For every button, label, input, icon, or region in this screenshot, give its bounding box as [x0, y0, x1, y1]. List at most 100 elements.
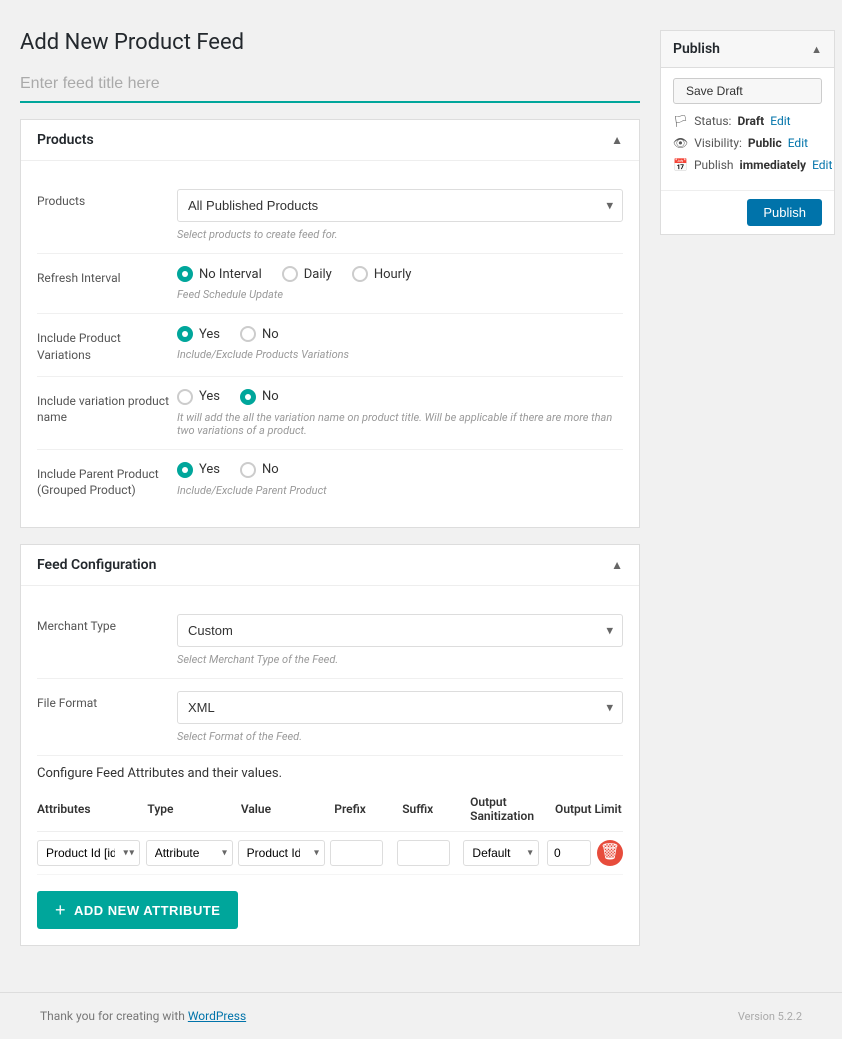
variations-no-radio[interactable]: No: [240, 326, 279, 342]
parent-product-no-radio[interactable]: No: [240, 462, 279, 478]
plus-icon: +: [55, 901, 66, 919]
eye-icon: 👁: [673, 136, 688, 150]
refresh-control: No Interval Daily Hourly Feed Sche: [177, 266, 623, 301]
publish-body: Save Draft 🏳 Status: Draft Edit 👁 Visibi…: [661, 68, 834, 190]
file-format-select-wrapper: XML: [177, 691, 623, 724]
col-header-type: Type: [147, 802, 240, 816]
output-sanitization-select[interactable]: Default: [463, 840, 538, 866]
add-new-attribute-button[interactable]: + ADD NEW ATTRIBUTE: [37, 891, 238, 929]
variations-yes-radio[interactable]: Yes: [177, 326, 220, 342]
variations-no-label: No: [262, 327, 279, 342]
daily-dot: [282, 266, 298, 282]
delete-row-button[interactable]: 🗑: [597, 840, 623, 866]
daily-radio[interactable]: Daily: [282, 266, 332, 282]
visibility-row: 👁 Visibility: Public Edit: [673, 136, 822, 150]
configure-feed-text-row: Configure Feed Attributes and their valu…: [37, 756, 623, 787]
products-row: Products All Published Products Select p…: [37, 177, 623, 254]
merchant-type-row: Merchant Type Custom Select Merchant Typ…: [37, 602, 623, 679]
no-interval-label: No Interval: [199, 267, 262, 282]
variation-name-yes-radio[interactable]: Yes: [177, 389, 220, 405]
attr-table-header: Attributes Type Value Prefix Suffix Outp…: [37, 787, 623, 832]
visibility-edit-link[interactable]: Edit: [788, 136, 808, 150]
prefix-input[interactable]: [330, 840, 384, 866]
variation-name-label: Include variation product name: [37, 389, 177, 427]
no-interval-dot: [177, 266, 193, 282]
include-variations-radio-group: Yes No: [177, 326, 623, 342]
table-row: Product Id [id] ▾ Attribute ▾: [37, 832, 623, 875]
hourly-radio[interactable]: Hourly: [352, 266, 412, 282]
products-section-header[interactable]: Products ▲: [21, 120, 639, 161]
wordpress-link[interactable]: WordPress: [188, 1009, 246, 1023]
products-hint: Select products to create feed for.: [177, 228, 623, 241]
publish-value: immediately: [740, 158, 807, 172]
add-attr-label: ADD NEW ATTRIBUTE: [74, 903, 220, 918]
parent-product-control: Yes No Include/Exclude Parent Product: [177, 462, 623, 497]
publish-button[interactable]: Publish: [747, 199, 822, 226]
attr-col-output-sanitization: Default ▾: [463, 840, 547, 866]
configure-feed-text: Configure Feed Attributes and their valu…: [37, 766, 282, 781]
include-variations-control: Yes No Include/Exclude Products Variatio…: [177, 326, 623, 361]
file-format-label: File Format: [37, 691, 177, 712]
merchant-type-control: Custom Select Merchant Type of the Feed.: [177, 614, 623, 666]
parent-product-hint: Include/Exclude Parent Product: [177, 484, 623, 497]
refresh-hint: Feed Schedule Update: [177, 288, 623, 301]
col-header-value: Value: [241, 802, 334, 816]
parent-product-yes-label: Yes: [199, 462, 220, 477]
include-variations-row: Include Product Variations Yes No: [37, 314, 623, 377]
feed-config-section-header[interactable]: Feed Configuration ▲: [21, 545, 639, 586]
save-draft-button[interactable]: Save Draft: [673, 78, 822, 104]
variation-name-no-label: No: [262, 389, 279, 404]
col-header-attributes: Attributes: [37, 802, 147, 816]
parent-product-yes-dot: [177, 462, 193, 478]
no-interval-radio[interactable]: No Interval: [177, 266, 262, 282]
attribute-select[interactable]: Product Id [id]: [37, 840, 140, 866]
publish-box-header: Publish ▲: [661, 31, 834, 68]
parent-product-label: Include Parent Product (Grouped Product): [37, 462, 177, 500]
status-edit-link[interactable]: Edit: [770, 114, 790, 128]
publish-title: Publish: [673, 41, 720, 57]
products-label: Products: [37, 189, 177, 210]
refresh-label: Refresh Interval: [37, 266, 177, 287]
include-variations-hint: Include/Exclude Products Variations: [177, 348, 623, 361]
variation-name-radio-group: Yes No: [177, 389, 623, 405]
variation-name-hint: It will add the all the variation name o…: [177, 411, 623, 437]
attr-col-suffix: [397, 840, 464, 866]
products-section-title: Products: [37, 132, 94, 148]
variation-name-yes-label: Yes: [199, 389, 220, 404]
parent-product-row: Include Parent Product (Grouped Product)…: [37, 450, 623, 512]
suffix-input[interactable]: [397, 840, 451, 866]
products-select-wrapper: All Published Products: [177, 189, 623, 222]
products-section: Products ▲ Products All Published Produc…: [20, 119, 640, 528]
visibility-label: Visibility:: [694, 136, 742, 150]
feed-config-chevron-icon: ▲: [611, 558, 623, 572]
flag-icon: 🏳: [673, 114, 688, 128]
publish-edit-link[interactable]: Edit: [812, 158, 832, 172]
parent-product-no-label: No: [262, 462, 279, 477]
merchant-type-select[interactable]: Custom: [177, 614, 623, 647]
parent-product-yes-radio[interactable]: Yes: [177, 462, 220, 478]
feed-title-input[interactable]: [20, 67, 640, 103]
output-limit-input[interactable]: [547, 840, 591, 866]
attr-col-type: Attribute ▾: [146, 840, 238, 866]
type-select[interactable]: Attribute: [146, 840, 233, 866]
col-header-output-sanitization: Output Sanitization: [470, 795, 555, 823]
file-format-row: File Format XML Select Format of the Fee…: [37, 679, 623, 756]
sidebar: Publish ▲ Save Draft 🏳 Status: Draft Edi…: [660, 20, 842, 972]
feed-config-section: Feed Configuration ▲ Merchant Type Custo…: [20, 544, 640, 946]
refresh-radio-group: No Interval Daily Hourly: [177, 266, 623, 282]
file-format-select[interactable]: XML: [177, 691, 623, 724]
publish-chevron-icon: ▲: [811, 43, 822, 56]
value-select[interactable]: Product Id: [238, 840, 325, 866]
publish-time-row: 📅 Publish immediately Edit: [673, 158, 822, 172]
status-value: Draft: [737, 114, 764, 128]
page-title: Add New Product Feed: [20, 30, 640, 55]
variation-name-no-dot: [240, 389, 256, 405]
variations-yes-label: Yes: [199, 327, 220, 342]
products-select[interactable]: All Published Products: [177, 189, 623, 222]
file-format-control: XML Select Format of the Feed.: [177, 691, 623, 743]
footer-text: Thank you for creating with WordPress: [20, 999, 266, 1033]
attr-col-value: Product Id ▾: [238, 840, 330, 866]
variation-name-no-radio[interactable]: No: [240, 389, 279, 405]
col-header-suffix: Suffix: [402, 802, 470, 816]
status-row: 🏳 Status: Draft Edit: [673, 114, 822, 128]
